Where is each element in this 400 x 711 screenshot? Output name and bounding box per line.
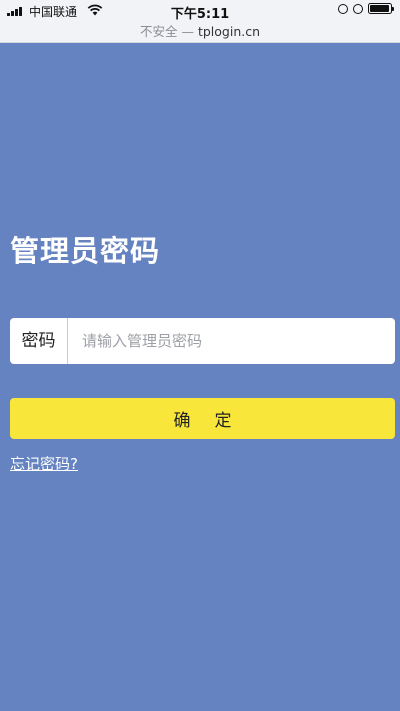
confirm-button[interactable]: 确定 <box>10 398 395 439</box>
security-label: 不安全 — <box>139 24 194 39</box>
url-host: tplogin.cn <box>197 24 261 39</box>
url-bar[interactable]: 不安全 — tplogin.cn <box>0 21 400 40</box>
battery-icon <box>368 3 394 14</box>
rotation-lock-icon <box>338 3 348 14</box>
alarm-icon <box>353 3 363 14</box>
browser-top-bar: 中国联通 下午5:11 不安全 — tplogin.cn <box>0 0 400 43</box>
forgot-password-link[interactable]: 忘记密码? <box>10 453 78 474</box>
page-title: 管理员密码 <box>10 234 161 268</box>
status-bar: 中国联通 下午5:11 <box>0 0 400 22</box>
status-right-icons <box>338 3 394 14</box>
password-field-group: 密码 <box>10 318 395 364</box>
password-label: 密码 <box>10 318 68 364</box>
battery-level <box>370 5 389 12</box>
password-input[interactable] <box>68 318 395 364</box>
